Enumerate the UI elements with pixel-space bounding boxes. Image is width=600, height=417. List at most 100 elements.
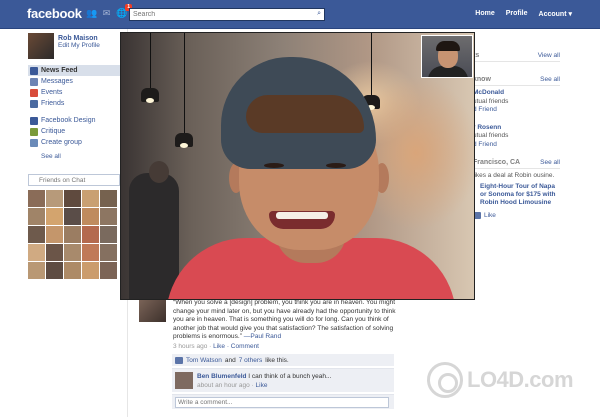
profile-name[interactable]: Rob Maison [58,35,100,42]
add-friend-link[interactable]: d Friend [473,141,560,150]
chat-friend-avatar[interactable] [46,226,63,243]
lamp-cord [150,33,151,88]
chat-friend-avatar[interactable] [28,190,45,207]
left-sidebar: Rob Maison Edit My Profile News Feed Mes… [28,33,122,279]
sidebar-item-friends[interactable]: Friends [28,98,122,109]
sidebar-item-critique[interactable]: Critique [28,126,122,137]
post-meta: 3 hours ago · Like · Comment [173,343,259,350]
sidebar-see-all[interactable]: See all [28,153,122,160]
sidebar-item-label: Messages [41,78,73,85]
lamp-cord [371,33,372,95]
events-view-all[interactable]: View all [538,52,560,59]
edit-profile-link[interactable]: Edit My Profile [58,42,100,49]
deal-like[interactable]: Like [473,211,560,219]
comment-like[interactable]: Like [256,382,268,389]
chat-friend-avatar[interactable] [100,226,117,243]
chat-friend-avatar[interactable] [100,208,117,225]
chat-friend-avatar[interactable] [82,190,99,207]
liker-name[interactable]: Tom Watson [186,357,222,364]
chat-friend-avatar[interactable] [28,262,45,279]
self-view-thumbnail[interactable] [421,35,473,78]
comment-meta: about an hour ago · Like [197,382,267,389]
events-section: ts View all [473,52,560,62]
post-actions[interactable]: Like · Comment [213,343,259,350]
chat-friend-avatar[interactable] [28,244,45,261]
deal-title[interactable]: Eight-Hour Tour of Napa or Sonoma for $1… [480,183,560,209]
people-you-may-know: know See all McDonald utual friends d Fri… [473,76,560,149]
nav-account[interactable]: Account ▾ [539,10,572,18]
post-avatar[interactable] [139,299,166,322]
post-time: 3 hours ago · [173,343,214,350]
chat-friend-avatar[interactable] [46,262,63,279]
add-friend-link[interactable]: d Friend [473,106,560,115]
chat-friend-avatar[interactable] [82,262,99,279]
background-person-head [149,161,169,183]
sidebar-nav: News Feed Messages Events Friends [28,65,122,109]
commenter-avatar[interactable] [175,372,193,389]
chat-friend-avatar[interactable] [82,226,99,243]
chat-friend-avatar[interactable] [82,244,99,261]
sidebar-item-label: Critique [41,128,66,135]
deals-see-all[interactable]: See all [540,159,560,166]
news-feed-icon [30,66,38,75]
sidebar-item-label: Friends [41,100,65,107]
chat-friend-avatar[interactable] [64,262,81,279]
sidebar-item-events[interactable]: Events [28,87,122,98]
sidebar-item-messages[interactable]: Messages [28,76,122,87]
caller-teeth [276,212,328,219]
search-input[interactable] [130,9,310,20]
messages-icon[interactable]: ✉ [101,8,112,19]
profile-block: Rob Maison Edit My Profile [28,33,122,59]
nav-profile[interactable]: Profile [506,10,528,18]
sidebar-item-label: News Feed [41,67,78,74]
commenter-name[interactable]: Ben Blumenfeld [197,373,246,380]
avatar[interactable] [28,33,54,59]
design-icon [30,116,38,125]
top-nav: Home Profile Account ▾ [475,10,572,18]
watermark-text: LO4D.com [467,367,574,392]
chat-friend-avatar[interactable] [46,190,63,207]
chat-friend-avatar[interactable] [46,244,63,261]
search-icon[interactable]: ⌕ [317,10,321,18]
notification-jewels: 👥 ✉ 🌐 1 [86,4,132,19]
chat-search [28,174,120,186]
sidebar-apps: Facebook Design Critique Create group [28,115,122,148]
sidebar-item-facebook-design[interactable]: Facebook Design [28,115,122,126]
chat-friend-avatar[interactable] [28,226,45,243]
suggested-name[interactable]: r Rosenn [473,124,560,133]
top-bar: facebook 👥 ✉ 🌐1 ⌕ Home Profile Account ▾ [0,0,600,29]
facebook-logo[interactable]: facebook [27,6,82,21]
mutual-friends[interactable]: utual friends [473,132,560,141]
chat-friend-avatar[interactable] [100,262,117,279]
comment-body: Ben Blumenfeld I can think of a bunch ye… [197,373,331,380]
deal-card[interactable]: Eight-Hour Tour of Napa or Sonoma for $1… [473,183,560,209]
chat-friend-avatar[interactable] [28,208,45,225]
chat-friend-avatar[interactable] [82,208,99,225]
chat-friend-avatar[interactable] [64,208,81,225]
like-thumb-icon [175,356,183,364]
post-body: “When you solve a [design] problem, you … [173,299,397,342]
sidebar-item-create-group[interactable]: Create group [28,137,122,148]
notifications-icon[interactable]: 🌐 1 [116,4,132,19]
sidebar-item-news-feed[interactable]: News Feed [28,65,122,76]
chat-search-input[interactable] [29,176,109,184]
post-likes-bar: Tom Watson and 7 others like this. [172,354,394,366]
nav-home[interactable]: Home [475,10,494,18]
chat-friend-avatar[interactable] [64,190,81,207]
chat-friend-avatar[interactable] [64,226,81,243]
video-call-window[interactable] [120,32,475,300]
chat-friend-avatar[interactable] [100,190,117,207]
chat-friend-avatar[interactable] [100,244,117,261]
friend-requests-icon[interactable]: 👥 [86,8,97,19]
comment-input[interactable] [175,397,389,408]
deals-heading: Francisco, CA [473,159,521,166]
likes-others-link[interactable]: 7 others [239,357,263,364]
suggested-name[interactable]: McDonald [473,89,560,98]
people-see-all[interactable]: See all [540,76,560,83]
post-quote-author[interactable]: —Paul Rand [244,333,281,340]
caller-eye [264,163,284,168]
mutual-friends[interactable]: utual friends [473,98,560,107]
chat-friend-avatar[interactable] [46,208,63,225]
deal-like-label: Like [484,211,496,219]
chat-friend-avatar[interactable] [64,244,81,261]
